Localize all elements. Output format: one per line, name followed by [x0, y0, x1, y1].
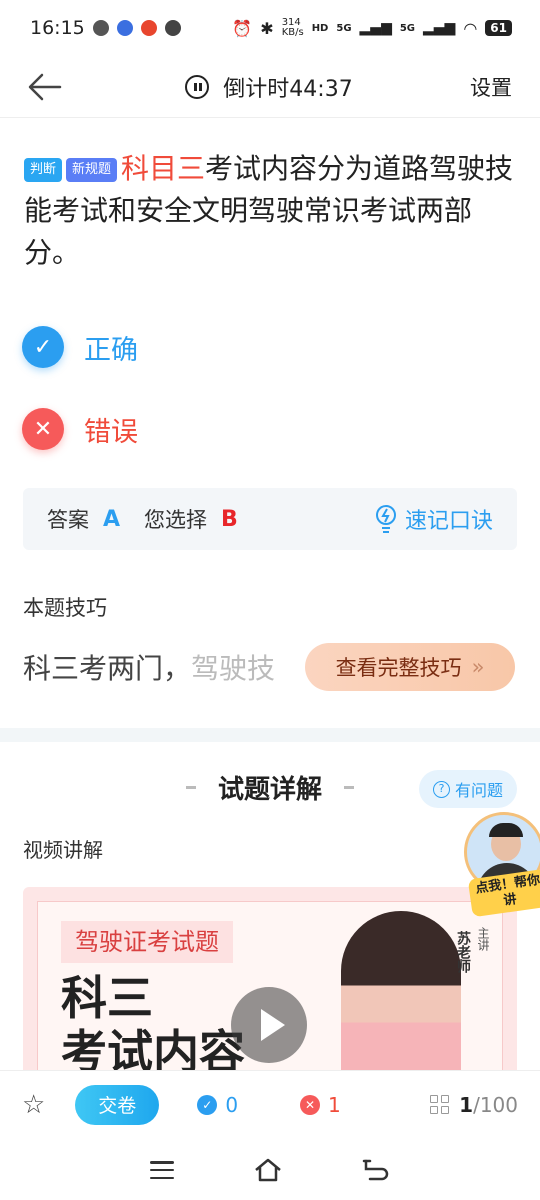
wrong-count: ✕ 1: [300, 1093, 341, 1117]
option-wrong-label: 错误: [84, 416, 138, 448]
tips-title: 本题技巧: [23, 596, 107, 620]
submit-button[interactable]: 交卷: [75, 1084, 160, 1125]
question-progress[interactable]: 1/100: [430, 1093, 518, 1117]
arrow-left-icon: [28, 73, 62, 100]
ask-question-button[interactable]: ? 有问题: [418, 770, 517, 808]
status-time: 16:15: [30, 17, 85, 39]
countdown-text: 倒计时44:37: [223, 76, 353, 102]
baidu-notification-icon: [116, 20, 133, 36]
pause-icon: [185, 74, 210, 99]
settings-button[interactable]: 设置: [470, 72, 512, 102]
signal-1-label: 5G: [336, 22, 352, 34]
home-icon[interactable]: [253, 1157, 283, 1183]
bottom-bar: ☆ 交卷 ✓ 0 ✕ 1 1/100: [0, 1070, 540, 1138]
grid-icon: [430, 1095, 450, 1114]
wechat-notification-icon: [164, 20, 181, 36]
star-icon[interactable]: ☆: [22, 1090, 45, 1120]
view-full-tips-label: 查看完整技巧: [335, 656, 462, 680]
new-rule-tag: 新规题: [66, 158, 118, 182]
wrong-count-value: 1: [328, 1092, 341, 1117]
correct-count-value: 0: [225, 1092, 239, 1117]
question-mark-icon: ?: [432, 780, 450, 798]
video-player[interactable]: 驾驶证考试题 科三 考试内容 苏老师 主讲: [23, 887, 517, 1097]
tips-text-faded: 驾驶技: [191, 652, 276, 685]
question-highlight: 科目三: [121, 152, 206, 185]
double-chevron-right-icon: »: [471, 655, 485, 679]
tips-row: 科三考两门，驾驶技 查看完整技巧 »: [0, 642, 540, 692]
detail-title: 试题详解: [217, 774, 322, 805]
menu-icon[interactable]: [149, 1161, 174, 1179]
answer-panel: 答案 A 您选择 B 速记口诀: [23, 488, 517, 550]
check-icon: ✓: [22, 326, 64, 368]
system-nav-bar: [0, 1140, 540, 1200]
mnemonic-button[interactable]: 速记口诀: [375, 503, 493, 535]
back-nav-icon[interactable]: [362, 1157, 390, 1183]
battery-icon: 61: [485, 20, 512, 36]
play-icon[interactable]: [231, 987, 307, 1063]
teacher-name: 苏老师: [455, 931, 471, 973]
title-dash-left: [185, 785, 196, 789]
help-floating-button[interactable]: 点我！帮你讲: [464, 812, 540, 922]
option-correct[interactable]: ✓ 正确: [0, 306, 540, 388]
selected-label: 您选择: [144, 508, 208, 532]
countdown-timer[interactable]: 倒计时44:37: [185, 71, 353, 103]
section-divider: [0, 728, 540, 742]
video-section-title: 视频讲解: [23, 838, 103, 862]
signal-1-icon: ▂▄▆: [359, 20, 392, 36]
lightbulb-icon: [375, 505, 396, 533]
title-dash-right: [344, 785, 354, 789]
teacher-role: 主讲: [476, 927, 490, 951]
wifi-icon: ◠: [463, 18, 478, 38]
app-notification-icon: [92, 20, 109, 36]
question-text: 判断 新规题 科目三考试内容分为道路驾驶技能考试和安全文明驾驶常识考试两部分。: [0, 118, 540, 274]
current-question: 1: [459, 1092, 474, 1117]
question-type-tag: 判断: [24, 158, 63, 182]
alarm-icon: ⏰: [232, 18, 253, 38]
option-correct-label: 正确: [84, 334, 138, 366]
hd-icon: HD: [311, 22, 329, 34]
detail-header: 试题详解 ? 有问题: [0, 742, 540, 832]
selected-answer: B: [221, 506, 238, 532]
network-speed: 314 KB/s: [281, 17, 304, 38]
total-questions: /100: [473, 1092, 518, 1117]
video-headline: 科三 考试内容: [61, 971, 245, 1079]
tips-text-visible: 科三考两门，: [23, 652, 192, 685]
bluetooth-icon: ✱: [260, 18, 274, 38]
video-tag: 驾驶证考试题: [61, 921, 233, 963]
check-icon: ✓: [197, 1094, 218, 1115]
status-bar: 16:15 ⏰ ✱ 314 KB/s HD 5G ▂▄▆ 5G ▂▄▆ ◠ 61: [0, 0, 540, 56]
ask-question-label: 有问题: [454, 781, 503, 800]
weibo-notification-icon: [140, 20, 157, 36]
answer-label: 答案: [47, 508, 89, 532]
cross-icon: ✕: [300, 1094, 321, 1115]
tips-text: 科三考两门，驾驶技: [23, 647, 275, 687]
signal-2-icon: ▂▄▆: [423, 20, 456, 36]
option-wrong[interactable]: ✕ 错误: [0, 388, 540, 470]
correct-answer: A: [103, 506, 121, 532]
cross-icon: ✕: [22, 408, 64, 450]
back-button[interactable]: [28, 67, 68, 107]
view-full-tips-button[interactable]: 查看完整技巧 »: [305, 643, 515, 691]
top-bar: 倒计时44:37 设置: [0, 56, 540, 118]
video-headline-1: 科三: [61, 971, 153, 1025]
mnemonic-label: 速记口诀: [404, 509, 493, 534]
signal-2-label: 5G: [399, 22, 416, 34]
correct-count: ✓ 0: [197, 1093, 238, 1117]
